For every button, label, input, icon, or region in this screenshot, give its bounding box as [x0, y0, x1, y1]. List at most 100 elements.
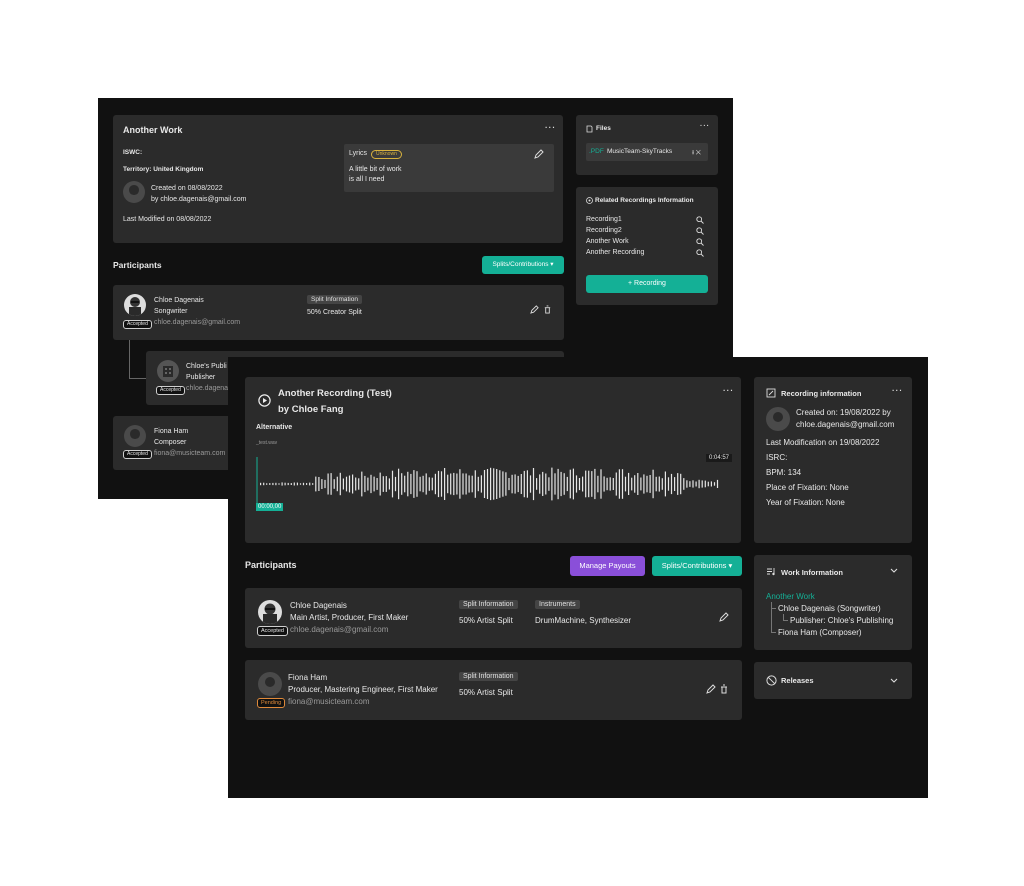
waveform-bar — [569, 469, 571, 499]
unknown-badge: Unknown — [371, 150, 402, 159]
recording-window: Another Recording (Test) by Chloe Fang ·… — [228, 357, 928, 798]
isrc: ISRC: — [766, 453, 788, 462]
waveform-bar — [299, 483, 302, 485]
add-recording-button[interactable]: + Recording — [586, 275, 708, 293]
waveform-bar — [606, 477, 608, 491]
split-value: 50% Artist Split — [459, 616, 513, 625]
waveform-bar — [661, 478, 663, 490]
zoom-icon[interactable] — [696, 238, 704, 246]
participant-name: Fiona Ham — [154, 428, 189, 435]
waveform[interactable] — [256, 457, 726, 511]
edit-icon[interactable] — [706, 684, 716, 694]
waveform-bar — [612, 478, 614, 490]
split-value: 50% Creator Split — [307, 309, 362, 316]
releases-card[interactable]: Releases — [754, 662, 912, 699]
waveform-bar — [600, 469, 602, 499]
waveform-bar — [640, 477, 642, 491]
waveform-bar — [486, 469, 489, 499]
chevron-down-icon[interactable] — [890, 568, 898, 574]
waveform-bar — [355, 477, 357, 491]
file-item[interactable]: .PDF MusicTeam-SkyTracks ⭳ ✕ — [586, 143, 708, 161]
waveform-bar — [296, 482, 298, 486]
waveform-bar — [302, 482, 305, 486]
waveform-bar — [416, 471, 418, 497]
instruments-value: DrumMachine, Synthesizer — [535, 616, 632, 625]
waveform-bar — [701, 480, 703, 488]
zoom-icon[interactable] — [696, 227, 704, 235]
work-info-title: Work Information — [781, 568, 843, 577]
related-item[interactable]: Recording2 — [586, 227, 622, 234]
waveform-bar — [563, 473, 565, 495]
edit-icon[interactable] — [530, 305, 539, 314]
waveform-bar — [275, 482, 277, 486]
waveform-bar — [526, 470, 528, 498]
more-icon[interactable]: ··· — [700, 123, 710, 130]
participant-name: Chloe's Publi — [186, 363, 227, 370]
tree-connector — [129, 340, 130, 378]
waveform-bar — [502, 471, 504, 497]
more-icon[interactable]: ··· — [723, 386, 734, 395]
edit-icon[interactable] — [534, 149, 544, 159]
record-icon — [586, 197, 593, 204]
waveform-bar — [367, 477, 369, 491]
play-icon[interactable] — [258, 394, 271, 407]
waveform-bar — [557, 468, 559, 500]
waveform-bar — [462, 473, 464, 495]
edit-icon[interactable] — [719, 612, 729, 622]
participants-title: Participants — [245, 560, 297, 570]
waveform-bar — [324, 479, 326, 489]
splits-contributions-button[interactable]: Splits/Contributions ▾ — [482, 256, 564, 274]
files-card: Files ··· .PDF MusicTeam-SkyTracks ⭳ ✕ — [576, 115, 718, 175]
related-item[interactable]: Another Work — [586, 238, 629, 245]
participant-email: chloe.dagenais@gmail.com — [290, 625, 389, 634]
waveform-bar — [330, 473, 332, 495]
waveform-bar — [404, 475, 406, 493]
waveform-bar — [674, 477, 676, 491]
pdf-extension: .PDF — [589, 148, 604, 155]
recording-info-card: Recording information ··· Created on: 19… — [754, 377, 912, 543]
waveform-bar — [352, 474, 354, 494]
waveform-bar — [306, 483, 308, 485]
work-link[interactable]: Another Work — [766, 592, 815, 601]
waveform-bar — [695, 481, 697, 487]
trash-icon[interactable] — [543, 305, 552, 314]
waveform-bar — [477, 476, 479, 492]
download-icon[interactable]: ⭳ ✕ — [692, 148, 701, 158]
splits-contributions-button[interactable]: Splits/Contributions ▾ — [652, 556, 742, 576]
participant-roles: Main Artist, Producer, First Maker — [290, 613, 409, 622]
tree-connector — [771, 608, 776, 609]
recording-version: Alternative — [256, 424, 293, 431]
waveform-bar — [480, 475, 482, 493]
split-information-tag: Split Information — [459, 672, 518, 681]
waveform-bar — [336, 476, 338, 492]
waveform-bar — [490, 467, 492, 501]
zoom-icon[interactable] — [696, 249, 704, 257]
waveform-bar — [440, 471, 443, 497]
waveform-bar — [450, 473, 452, 495]
more-icon[interactable]: ··· — [892, 386, 903, 395]
waveform-bar — [551, 467, 553, 501]
related-item[interactable]: Recording1 — [586, 216, 622, 223]
waveform-bar — [539, 474, 541, 494]
split-value: 50% Artist Split — [459, 688, 513, 697]
waveform-bar — [370, 474, 372, 494]
waveform-bar — [511, 474, 513, 494]
waveform-bar — [536, 478, 538, 490]
waveform-bar — [597, 475, 599, 493]
waveform-bar — [514, 474, 516, 494]
manage-payouts-button[interactable]: Manage Payouts — [570, 556, 645, 576]
work-title: Another Work — [123, 125, 183, 135]
tree-connector — [771, 632, 776, 633]
more-icon[interactable]: ··· — [545, 123, 556, 132]
files-title: Files — [596, 125, 611, 132]
waveform-bar — [548, 477, 550, 491]
zoom-icon[interactable] — [696, 216, 704, 224]
related-item[interactable]: Another Recording — [586, 249, 644, 256]
trash-icon[interactable] — [719, 684, 729, 694]
bpm: BPM: 134 — [766, 468, 802, 477]
waveform-bar — [361, 471, 363, 497]
waveform-bar — [410, 473, 412, 495]
waveform-bar — [631, 477, 633, 491]
chevron-down-icon[interactable] — [890, 678, 898, 684]
waveform-bar — [333, 479, 335, 489]
